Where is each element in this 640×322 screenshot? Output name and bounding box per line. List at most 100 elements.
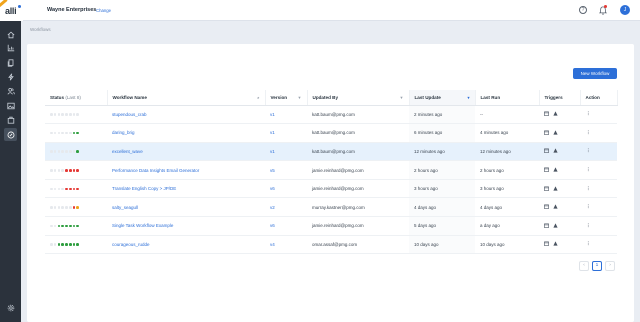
chart-icon[interactable]: [4, 41, 17, 54]
api-trigger-icon[interactable]: [553, 241, 558, 247]
workflow-name-link[interactable]: Performance Data Insights Email Generato…: [112, 168, 199, 173]
status-dot: [53, 150, 57, 153]
more-options-icon[interactable]: ⋮: [586, 130, 591, 135]
documents-icon[interactable]: [4, 56, 17, 69]
table-row[interactable]: stupendous_crab v1 katt.baum@pmg.com 2 m…: [45, 105, 617, 125]
status-dot: [57, 243, 61, 246]
avatar[interactable]: J: [620, 5, 630, 15]
workflow-name-link[interactable]: courageous_rudde: [112, 242, 150, 247]
filter-icon[interactable]: ▼: [298, 95, 302, 100]
status-dot: [61, 206, 64, 209]
calendar-icon[interactable]: [544, 130, 549, 136]
col-header-last-run[interactable]: Last Run: [475, 90, 540, 106]
table-row[interactable]: salty_seagull v2 murray.kastner@pmg.com …: [45, 197, 617, 218]
more-options-icon[interactable]: ⋮: [586, 167, 591, 172]
status-cell: [45, 216, 107, 236]
workflow-name-link[interactable]: salty_seagull: [112, 205, 138, 210]
search-icon[interactable]: ⌕: [257, 95, 259, 100]
col-header-last-update[interactable]: Last Update ▾: [409, 90, 476, 106]
table-row[interactable]: excellent_wave v1 katt.baum@pmg.com 12 m…: [45, 142, 617, 162]
version-link[interactable]: v6: [270, 223, 275, 228]
status-dot: [68, 150, 72, 153]
workflow-icon[interactable]: [4, 128, 17, 141]
status-dot: [72, 113, 76, 116]
action-cell: ⋮: [580, 123, 617, 143]
users-icon[interactable]: [4, 84, 17, 97]
api-trigger-icon[interactable]: [553, 223, 558, 229]
calendar-icon[interactable]: [544, 111, 549, 117]
status-dot: [53, 168, 57, 172]
api-trigger-icon[interactable]: [553, 186, 558, 192]
version-link[interactable]: v1: [270, 112, 275, 117]
status-dot: [57, 131, 61, 135]
prev-page-button[interactable]: ‹: [579, 261, 589, 271]
api-trigger-icon[interactable]: [553, 111, 558, 117]
workflow-name-link[interactable]: stupendous_crab: [112, 112, 147, 117]
gear-icon[interactable]: [4, 301, 17, 314]
alli-logo[interactable]: alli: [0, 0, 23, 21]
calendar-icon[interactable]: [544, 223, 549, 229]
table-row[interactable]: Performance Data Insights Email Generato…: [45, 160, 617, 180]
status-dot: [76, 168, 80, 172]
more-options-icon[interactable]: ⋮: [586, 111, 591, 116]
calendar-icon[interactable]: [544, 186, 549, 192]
table-row[interactable]: courageous_rudde v4 omar.assaf@pmg.com 1…: [45, 235, 617, 255]
workflow-name-link[interactable]: Translate English Copy > JP/DE: [112, 186, 176, 191]
workflow-name-link[interactable]: excellent_wave: [112, 149, 143, 154]
page-button-current[interactable]: 1: [592, 261, 602, 271]
version-link[interactable]: v1: [270, 130, 275, 135]
calendar-icon[interactable]: [544, 148, 549, 154]
col-header-status[interactable]: Status (Last 8): [45, 90, 108, 106]
table-row[interactable]: Translate English Copy > JP/DE v6 jamie.…: [45, 179, 617, 199]
run-status-dots: [50, 224, 80, 228]
more-options-icon[interactable]: ⋮: [586, 204, 591, 209]
status-dot: [57, 206, 61, 209]
col-header-workflow-name[interactable]: Workflow Name ⌕: [107, 90, 266, 106]
workflow-name-link[interactable]: Single Task Workflow Example: [112, 223, 173, 228]
version-link[interactable]: v2: [270, 205, 275, 210]
sort-desc-icon[interactable]: ▾: [467, 95, 469, 100]
status-dot: [68, 131, 72, 135]
workflow-name-cell: stupendous_crab: [107, 105, 265, 125]
lightning-icon[interactable]: [4, 70, 17, 83]
version-link[interactable]: v5: [270, 168, 275, 173]
image-icon[interactable]: [4, 99, 17, 112]
status-dot: [53, 206, 57, 209]
table-row[interactable]: Single Task Workflow Example v6 jamie.re…: [45, 216, 617, 236]
workflow-name-link[interactable]: daring_brig: [112, 130, 135, 135]
home-icon[interactable]: [4, 28, 17, 41]
more-options-icon[interactable]: ⋮: [586, 186, 591, 191]
updated-by-cell: katt.baum@pmg.com: [307, 123, 409, 143]
version-link[interactable]: v6: [270, 186, 275, 191]
status-dot: [72, 224, 76, 228]
change-org-link[interactable]: Change: [96, 8, 111, 13]
col-header-action: Action: [580, 90, 618, 106]
version-link[interactable]: v4: [270, 242, 275, 247]
status-header-label: Status: [50, 94, 65, 100]
table-row[interactable]: daring_brig v1 katt.baum@pmg.com 6 minut…: [45, 123, 617, 143]
bag-icon[interactable]: [4, 113, 17, 126]
api-trigger-icon[interactable]: [553, 130, 558, 136]
api-trigger-icon[interactable]: [553, 148, 558, 154]
status-cell: [45, 142, 107, 162]
run-status-dots: [50, 150, 80, 153]
help-icon[interactable]: ?: [579, 6, 587, 14]
calendar-icon[interactable]: [544, 167, 549, 173]
calendar-icon[interactable]: [544, 204, 549, 210]
more-options-icon[interactable]: ⋮: [586, 148, 591, 153]
col-header-updated-by[interactable]: Updated By ▼: [307, 90, 410, 106]
sidebar: [0, 21, 21, 322]
last-run-cell: 2 hours ago: [475, 160, 539, 180]
more-options-icon[interactable]: ⋮: [586, 223, 591, 228]
more-options-icon[interactable]: ⋮: [586, 241, 591, 246]
new-workflow-button[interactable]: New Workflow: [573, 68, 617, 79]
version-link[interactable]: v1: [270, 149, 275, 154]
filter-icon[interactable]: ▼: [400, 95, 404, 100]
updated-by-cell: jamie.reinhard@pmg.com: [307, 216, 409, 236]
status-dot: [53, 187, 57, 191]
col-header-version[interactable]: Version ▼: [265, 90, 308, 106]
api-trigger-icon[interactable]: [553, 204, 558, 210]
next-page-button[interactable]: ›: [605, 261, 615, 271]
api-trigger-icon[interactable]: [553, 167, 558, 173]
calendar-icon[interactable]: [544, 241, 549, 247]
